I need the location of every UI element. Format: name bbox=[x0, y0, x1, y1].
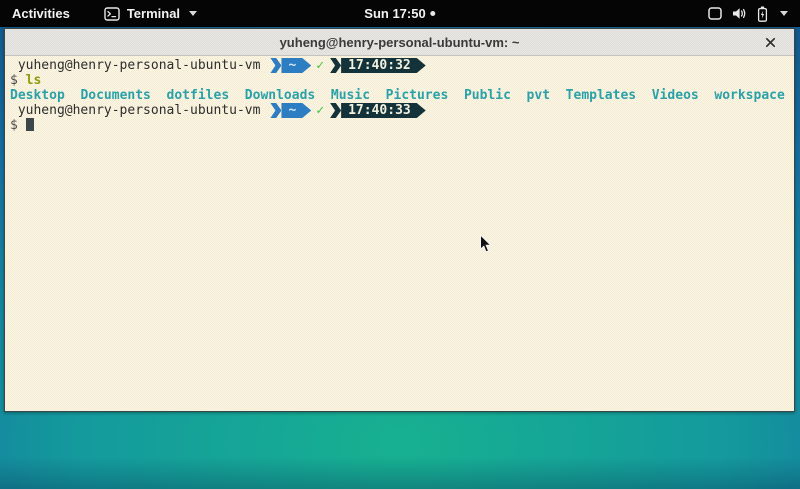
clock-label: Sun 17:50 bbox=[364, 6, 425, 21]
volume-icon bbox=[732, 7, 747, 20]
chevron-down-icon bbox=[189, 11, 197, 16]
screen: Activities Terminal Sun 17:50 bbox=[0, 0, 800, 489]
status-check: ✓ bbox=[311, 58, 330, 73]
directory-item: Desktop bbox=[10, 88, 65, 103]
system-chevron-down-icon bbox=[780, 11, 788, 16]
powerline-chevron-icon bbox=[270, 103, 281, 118]
directory-item: Templates bbox=[566, 88, 636, 103]
directory-item: Downloads bbox=[245, 88, 315, 103]
prompt-line: yuheng@henry-personal-ubuntu-vm ~ ✓ 17:4… bbox=[10, 58, 790, 73]
directory-item: Music bbox=[331, 88, 370, 103]
activities-label: Activities bbox=[12, 6, 70, 21]
powerline-time-segment: 17:40:33 bbox=[341, 103, 426, 118]
prompt-user-host: yuheng@henry-personal-ubuntu-vm bbox=[10, 103, 260, 118]
prompt-line: yuheng@henry-personal-ubuntu-vm ~ ✓ 17:4… bbox=[10, 103, 790, 118]
command-text: ls bbox=[26, 73, 42, 88]
directory-item: dotfiles bbox=[167, 88, 230, 103]
activities-button[interactable]: Activities bbox=[0, 0, 82, 27]
notification-dot bbox=[431, 11, 436, 16]
desktop-wallpaper: yuheng@henry-personal-ubuntu-vm: ~ yuhen… bbox=[0, 27, 800, 489]
powerline-chevron-icon bbox=[330, 58, 341, 73]
ls-output-line: Desktop Documents dotfiles Downloads Music Pi… bbox=[10, 88, 790, 103]
status-check: ✓ bbox=[311, 103, 330, 118]
terminal-window: yuheng@henry-personal-ubuntu-vm: ~ yuhen… bbox=[4, 28, 795, 412]
prompt-user-host: yuheng@henry-personal-ubuntu-vm bbox=[10, 58, 260, 73]
prompt-symbol: $ bbox=[10, 118, 18, 133]
top-bar: Activities Terminal Sun 17:50 bbox=[0, 0, 800, 27]
directory-item: workspace bbox=[714, 88, 784, 103]
input-line: $ bbox=[10, 118, 790, 133]
screen-icon bbox=[708, 7, 722, 20]
prompt-symbol: $ bbox=[10, 73, 18, 88]
directory-item: Pictures bbox=[386, 88, 449, 103]
directory-item: pvt bbox=[527, 88, 550, 103]
window-titlebar[interactable]: yuheng@henry-personal-ubuntu-vm: ~ bbox=[5, 29, 794, 56]
clock-button[interactable]: Sun 17:50 bbox=[356, 0, 443, 27]
directory-item: Videos bbox=[652, 88, 699, 103]
directory-item: Public bbox=[464, 88, 511, 103]
close-button[interactable] bbox=[760, 32, 780, 52]
terminal-icon bbox=[104, 7, 120, 21]
close-icon bbox=[765, 37, 776, 48]
directory-item: Documents bbox=[80, 88, 150, 103]
powerline-chevron-icon bbox=[270, 58, 281, 73]
app-menu-label: Terminal bbox=[127, 6, 180, 21]
battery-charging-icon bbox=[757, 6, 768, 22]
terminal-body[interactable]: yuheng@henry-personal-ubuntu-vm ~ ✓ 17:4… bbox=[5, 56, 794, 411]
powerline-chevron-icon bbox=[330, 103, 341, 118]
terminal-block-cursor bbox=[26, 118, 34, 131]
powerline-time-segment: 17:40:32 bbox=[341, 58, 426, 73]
command-line: $ ls bbox=[10, 73, 790, 88]
system-status-area[interactable] bbox=[702, 0, 794, 27]
powerline-path-segment: ~ bbox=[281, 58, 311, 73]
powerline-path-segment: ~ bbox=[281, 103, 311, 118]
window-title: yuheng@henry-personal-ubuntu-vm: ~ bbox=[280, 35, 520, 50]
app-menu-terminal[interactable]: Terminal bbox=[98, 0, 203, 27]
